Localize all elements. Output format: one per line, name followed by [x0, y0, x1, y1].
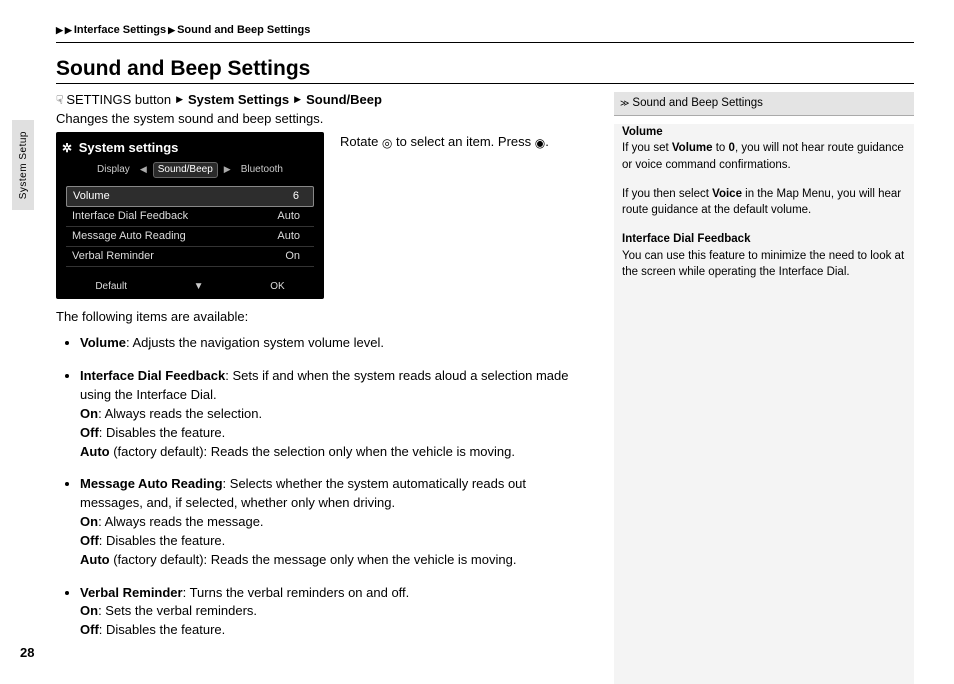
ok-button-label: OK: [270, 281, 284, 293]
nav-path-2: Sound/Beep: [306, 92, 382, 107]
breadcrumb-level1: Interface Settings: [74, 24, 166, 36]
nav-arrow-icon: ▶: [176, 94, 183, 105]
press-dial-icon: ◉: [535, 136, 545, 150]
gear-icon: ✲: [62, 141, 72, 155]
nav-arrow-icon: ▶: [294, 94, 301, 105]
item-interface-dial-feedback: Interface Dial Feedback: Sets if and whe…: [80, 367, 586, 461]
page-title: Sound and Beep Settings: [56, 57, 914, 84]
sidebar-column: ≫ Sound and Beep Settings Volume If you …: [614, 92, 914, 684]
tab-display: Display: [93, 163, 134, 177]
breadcrumb: ▶ ▶ Interface Settings ▶ Sound and Beep …: [56, 24, 914, 36]
instruction-text: Rotate ◎ to select an item. Press ◉.: [340, 132, 586, 150]
default-button-label: Default: [95, 281, 127, 293]
available-label: The following items are available:: [56, 309, 586, 324]
sidebar-idf-heading: Interface Dial Feedback: [622, 233, 750, 245]
tab-bluetooth: Bluetooth: [237, 163, 287, 177]
nav-path: ☟ SETTINGS button ▶ System Settings ▶ So…: [56, 92, 586, 107]
screenshot-tabs: Display ◀ Sound/Beep ▶ Bluetooth: [62, 162, 318, 178]
tab-right-arrow-icon: ▶: [224, 164, 231, 175]
tab-left-arrow-icon: ◀: [140, 164, 147, 175]
screenshot-title: ✲ System settings: [62, 138, 318, 162]
sidebar-heading: ≫ Sound and Beep Settings: [614, 92, 914, 116]
items-list: Volume: Adjusts the navigation system vo…: [56, 334, 586, 640]
intro-text: Changes the system sound and beep settin…: [56, 111, 586, 126]
list-row: Volume 6: [66, 186, 314, 207]
breadcrumb-arrow-icon: ▶: [65, 25, 72, 36]
item-message-auto-reading: Message Auto Reading: Selects whether th…: [80, 475, 586, 569]
nav-path-1: System Settings: [188, 92, 289, 107]
breadcrumb-arrow-icon: ▶: [56, 25, 63, 36]
sidebar-volume-heading: Volume: [622, 126, 663, 138]
page-number: 28: [20, 645, 34, 660]
sidebar-body: Volume If you set Volume to 0, you will …: [614, 124, 914, 684]
nav-button-label: SETTINGS button: [66, 92, 171, 107]
item-verbal-reminder: Verbal Reminder: Turns the verbal remind…: [80, 584, 586, 641]
down-arrow-icon: ▼: [194, 281, 204, 293]
section-tab: System Setup: [12, 120, 34, 210]
section-tab-label: System Setup: [18, 131, 29, 199]
system-settings-screenshot: ✲ System settings Display ◀ Sound/Beep ▶…: [56, 132, 324, 299]
tab-sound-beep: Sound/Beep: [153, 162, 218, 178]
list-row: Verbal Reminder On: [66, 247, 314, 267]
screenshot-list: Volume 6 Interface Dial Feedback Auto Me…: [62, 186, 318, 268]
breadcrumb-level2: Sound and Beep Settings: [177, 24, 310, 36]
list-row: Message Auto Reading Auto: [66, 227, 314, 247]
rotate-dial-icon: ◎: [382, 136, 392, 150]
list-row: Interface Dial Feedback Auto: [66, 207, 314, 227]
settings-hand-icon: ☟: [56, 93, 63, 107]
breadcrumb-arrow-icon: ▶: [168, 25, 175, 36]
screenshot-buttons: Default ▼ OK: [62, 281, 318, 293]
item-volume: Volume: Adjusts the navigation system vo…: [80, 334, 586, 353]
divider: [56, 42, 914, 43]
main-column: ☟ SETTINGS button ▶ System Settings ▶ So…: [56, 92, 586, 684]
sidebar-double-arrow-icon: ≫: [620, 97, 626, 110]
